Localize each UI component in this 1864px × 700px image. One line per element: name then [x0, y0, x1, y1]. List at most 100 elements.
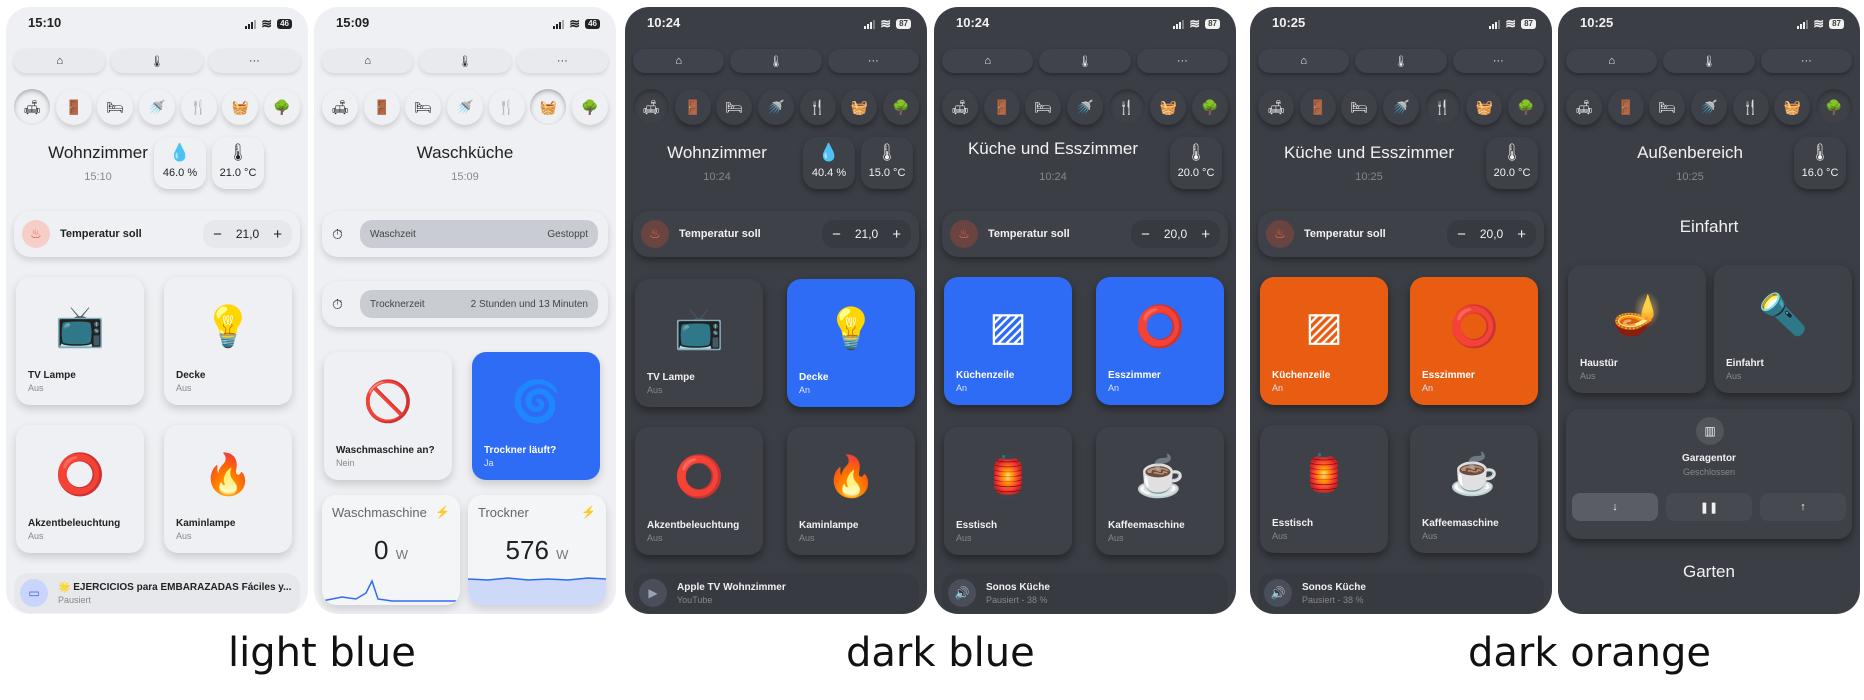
- room-bedroom-button[interactable]: 🛏: [1025, 89, 1062, 125]
- nav-climate-button[interactable]: 🌡: [1355, 49, 1447, 73]
- nav-climate-button[interactable]: 🌡: [730, 49, 822, 73]
- temperature-sensor[interactable]: 🌡 20.0 °C: [1486, 137, 1538, 189]
- room-kitchen-button[interactable]: 🍴: [1424, 89, 1461, 125]
- humidity-sensor[interactable]: 💧 40.4 %: [803, 137, 855, 189]
- room-bath-button[interactable]: 🚿: [757, 89, 794, 125]
- tile-esstisch[interactable]: 🏮 Esstisch Aus: [944, 427, 1072, 555]
- nav-climate-button[interactable]: 🌡: [419, 49, 511, 73]
- room-kitchen-button[interactable]: 🍴: [180, 89, 217, 125]
- room-bedroom-button[interactable]: 🛏: [1649, 89, 1686, 125]
- increase-button[interactable]: +: [892, 226, 901, 243]
- garage-stop-button[interactable]: ❚❚: [1666, 493, 1752, 521]
- room-laundry-button[interactable]: 🧺: [1150, 89, 1187, 125]
- nav-home-button[interactable]: ⌂: [942, 49, 1034, 73]
- decrease-button[interactable]: −: [832, 226, 841, 243]
- room-outdoor-button[interactable]: 🌳: [882, 89, 919, 125]
- tile-akzent[interactable]: ⭕ Akzentbeleuchtung Aus: [635, 427, 763, 555]
- increase-button[interactable]: +: [1201, 226, 1210, 243]
- room-livingroom-button[interactable]: 🛋: [14, 89, 50, 125]
- tile-tv-lampe[interactable]: 📺 TV Lampe Aus: [635, 279, 763, 407]
- decrease-button[interactable]: −: [213, 226, 222, 243]
- room-bedroom-button[interactable]: 🛏: [716, 89, 753, 125]
- room-bath-button[interactable]: 🚿: [138, 89, 175, 125]
- nav-more-button[interactable]: ···: [1136, 49, 1228, 73]
- room-livingroom-button[interactable]: 🛋: [1566, 89, 1602, 125]
- decrease-button[interactable]: −: [1457, 226, 1466, 243]
- temperature-sensor[interactable]: 🌡 16.0 °C: [1794, 137, 1846, 189]
- room-laundry-button[interactable]: 🧺: [530, 89, 567, 125]
- room-outdoor-button[interactable]: 🌳: [571, 89, 608, 125]
- room-kitchen-button[interactable]: 🍴: [1732, 89, 1769, 125]
- increase-button[interactable]: +: [1517, 226, 1526, 243]
- room-outdoor-button[interactable]: 🌳: [263, 89, 300, 125]
- room-livingroom-button[interactable]: 🛋: [322, 89, 358, 125]
- room-outdoor-button[interactable]: 🌳: [1507, 89, 1544, 125]
- room-kitchen-button[interactable]: 🍴: [488, 89, 525, 125]
- room-livingroom-button[interactable]: 🛋: [633, 89, 669, 125]
- room-bedroom-button[interactable]: 🛏: [405, 89, 442, 125]
- media-player[interactable]: ▭ 🌟 EJERCICIOS para EMBARAZADAS Fáciles y…: [14, 573, 300, 613]
- room-livingroom-button[interactable]: 🛋: [1258, 89, 1294, 125]
- tile-tv-lampe[interactable]: 📺 TV Lampe Aus: [16, 277, 144, 405]
- power-waschmaschine[interactable]: Waschmaschine ⚡ 0 W: [322, 495, 460, 605]
- temperature-sensor[interactable]: 🌡 21.0 °C: [212, 137, 264, 189]
- nav-home-button[interactable]: ⌂: [1566, 49, 1658, 73]
- nav-climate-button[interactable]: 🌡: [1663, 49, 1755, 73]
- tile-haustuer[interactable]: 🪔 Haustür Aus: [1568, 265, 1706, 393]
- humidity-sensor[interactable]: 💧 46.0 %: [154, 137, 206, 189]
- tile-einfahrt[interactable]: 🔦 Einfahrt Aus: [1714, 265, 1852, 393]
- media-player[interactable]: ▶ Apple TV Wohnzimmer YouTube: [633, 573, 919, 613]
- nav-more-button[interactable]: ···: [1760, 49, 1852, 73]
- tile-kamin[interactable]: 🔥 Kaminlampe Aus: [164, 425, 292, 553]
- nav-home-button[interactable]: ⌂: [633, 49, 725, 73]
- nav-more-button[interactable]: ···: [208, 49, 300, 73]
- room-bath-button[interactable]: 🚿: [1690, 89, 1727, 125]
- tile-decke[interactable]: 💡 Decke Aus: [164, 277, 292, 405]
- garage-down-button[interactable]: ↓: [1572, 493, 1658, 521]
- timer-trocknerzeit[interactable]: ⏱ Trocknerzeit 2 Stunden und 13 Minuten: [322, 281, 608, 327]
- tile-trockner[interactable]: 🌀 Trockner läuft? Ja: [472, 352, 600, 480]
- room-bath-button[interactable]: 🚿: [1382, 89, 1419, 125]
- room-laundry-button[interactable]: 🧺: [1466, 89, 1503, 125]
- tile-kaffeemaschine[interactable]: ☕ Kaffeemaschine Aus: [1410, 425, 1538, 553]
- nav-more-button[interactable]: ···: [827, 49, 919, 73]
- room-outdoor-button[interactable]: 🌳: [1815, 89, 1852, 125]
- tile-kamin[interactable]: 🔥 Kaminlampe Aus: [787, 427, 915, 555]
- room-livingroom-button[interactable]: 🛋: [942, 89, 978, 125]
- nav-home-button[interactable]: ⌂: [14, 49, 106, 73]
- garage-up-button[interactable]: ↑: [1760, 493, 1846, 521]
- tile-kuechenzeile[interactable]: ▨ Küchenzeile An: [944, 277, 1072, 405]
- timer-waschzeit[interactable]: ⏱ Waschzeit Gestoppt: [322, 211, 608, 257]
- power-trockner[interactable]: Trockner ⚡ 576 W: [468, 495, 606, 605]
- room-entrance-button[interactable]: 🚪: [1607, 89, 1644, 125]
- increase-button[interactable]: +: [273, 226, 282, 243]
- tile-kuechenzeile[interactable]: ▨ Küchenzeile An: [1260, 277, 1388, 405]
- room-bath-button[interactable]: 🚿: [446, 89, 483, 125]
- room-entrance-button[interactable]: 🚪: [363, 89, 400, 125]
- tile-akzent[interactable]: ⭕ Akzentbeleuchtung Aus: [16, 425, 144, 553]
- room-entrance-button[interactable]: 🚪: [55, 89, 92, 125]
- temperature-sensor[interactable]: 🌡 20.0 °C: [1170, 137, 1222, 189]
- tile-decke[interactable]: 💡 Decke An: [787, 279, 915, 407]
- room-entrance-button[interactable]: 🚪: [983, 89, 1020, 125]
- decrease-button[interactable]: −: [1141, 226, 1150, 243]
- media-player[interactable]: 🔊 Sonos Küche Pausiert - 38 %: [942, 573, 1228, 613]
- nav-more-button[interactable]: ···: [1452, 49, 1544, 73]
- room-entrance-button[interactable]: 🚪: [1299, 89, 1336, 125]
- nav-climate-button[interactable]: 🌡: [1039, 49, 1131, 73]
- room-bath-button[interactable]: 🚿: [1066, 89, 1103, 125]
- tile-waschmaschine[interactable]: 🚫 Waschmaschine an? Nein: [324, 352, 452, 480]
- nav-home-button[interactable]: ⌂: [1258, 49, 1350, 73]
- tile-esszimmer[interactable]: ⭕ Esszimmer An: [1096, 277, 1224, 405]
- tile-esszimmer[interactable]: ⭕ Esszimmer An: [1410, 277, 1538, 405]
- room-laundry-button[interactable]: 🧺: [841, 89, 878, 125]
- room-kitchen-button[interactable]: 🍴: [799, 89, 836, 125]
- room-bedroom-button[interactable]: 🛏: [1341, 89, 1378, 125]
- room-laundry-button[interactable]: 🧺: [222, 89, 259, 125]
- nav-more-button[interactable]: ···: [516, 49, 608, 73]
- tile-kaffeemaschine[interactable]: ☕ Kaffeemaschine Aus: [1096, 427, 1224, 555]
- room-bedroom-button[interactable]: 🛏: [97, 89, 134, 125]
- media-player[interactable]: 🔊 Sonos Küche Pausiert - 38 %: [1258, 573, 1544, 613]
- room-kitchen-button[interactable]: 🍴: [1108, 89, 1145, 125]
- room-laundry-button[interactable]: 🧺: [1774, 89, 1811, 125]
